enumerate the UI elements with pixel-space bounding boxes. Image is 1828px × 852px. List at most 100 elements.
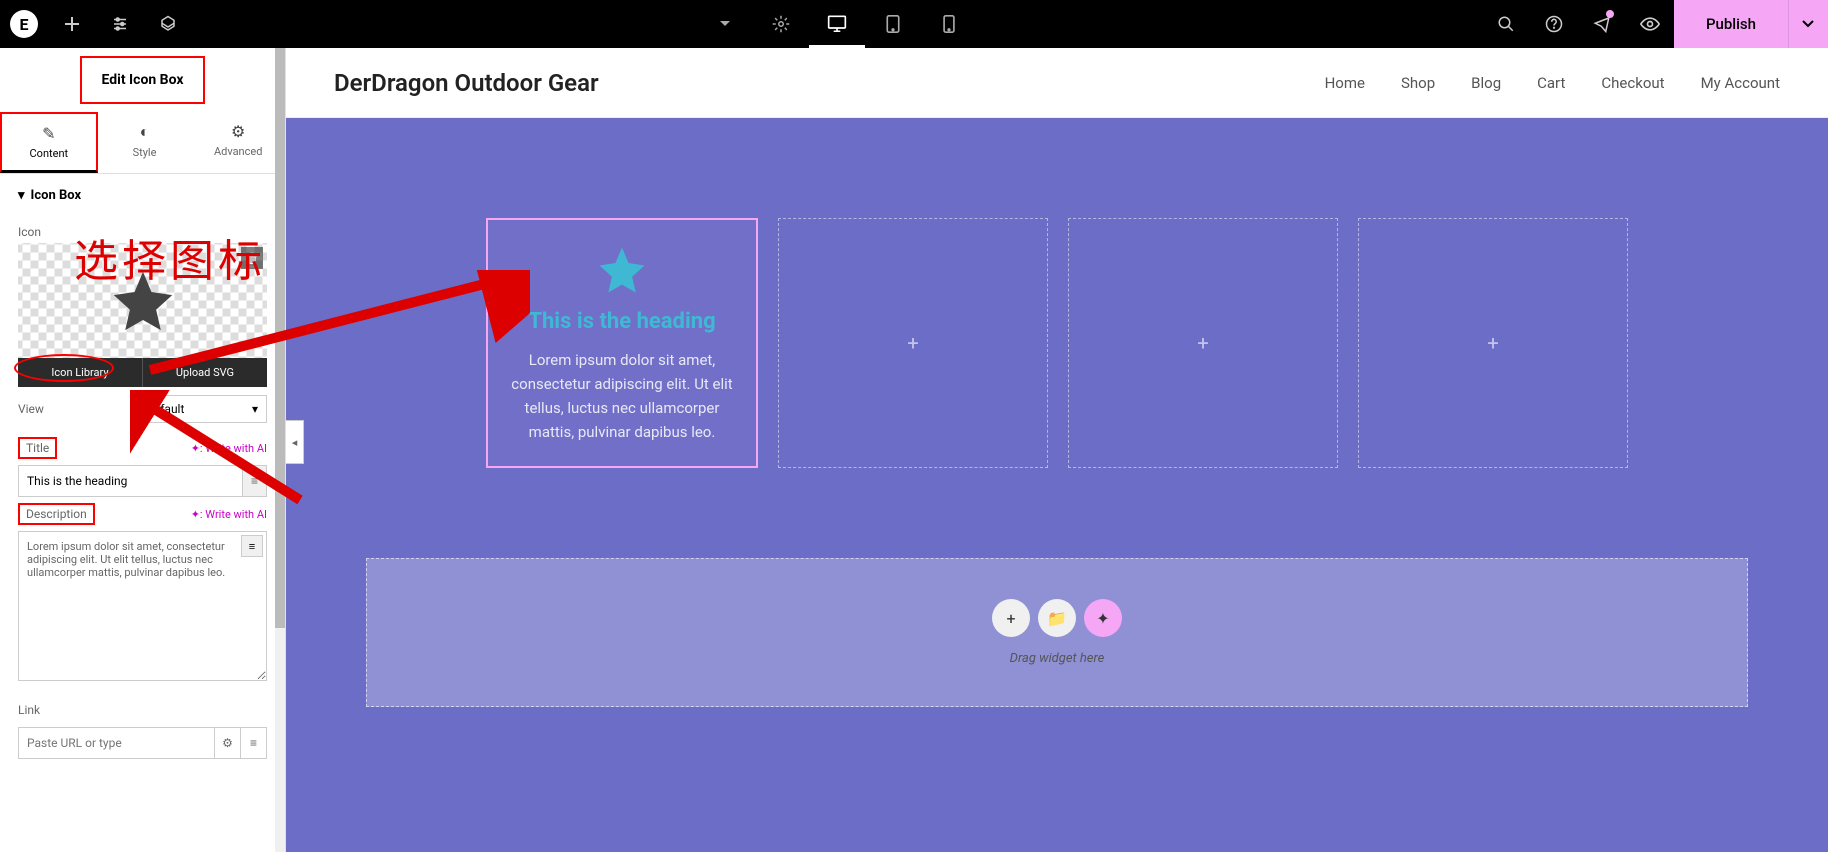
canvas: DerDragon Outdoor Gear Home Shop Blog Ca…	[286, 48, 1828, 852]
link-label: Link	[0, 685, 285, 721]
drop-zone[interactable]: + 📁 ✦ Drag widget here	[366, 558, 1748, 707]
tablet-view-button[interactable]	[865, 0, 921, 48]
add-widget-button[interactable]	[48, 0, 96, 48]
nav-shop[interactable]: Shop	[1401, 74, 1435, 92]
star-icon	[108, 266, 178, 336]
publish-options-button[interactable]	[1788, 0, 1828, 48]
main: Edit Icon Box ✎Content ◐Style ⚙Advanced …	[0, 48, 1828, 852]
title-input[interactable]	[19, 466, 242, 496]
folder-icon: 📁	[1047, 609, 1067, 628]
nav-home[interactable]: Home	[1325, 74, 1365, 92]
write-with-ai-title[interactable]: ✦: Write with AI	[191, 442, 267, 455]
elementor-logo[interactable]: E	[0, 0, 48, 48]
trash-icon: 🗑	[245, 252, 259, 265]
star-icon	[595, 243, 649, 297]
add-widget-placeholder[interactable]: +	[1487, 331, 1498, 355]
database-icon: ≡	[251, 474, 258, 488]
preview-button[interactable]	[1626, 0, 1674, 48]
structure-button[interactable]	[144, 0, 192, 48]
upload-svg-button[interactable]: Upload SVG	[143, 358, 267, 387]
notification-dot	[1606, 10, 1614, 18]
write-with-ai-description[interactable]: ✦: Write with AI	[191, 508, 267, 521]
site-title: DerDragon Outdoor Gear	[334, 69, 599, 97]
nav-cart[interactable]: Cart	[1537, 74, 1565, 92]
topbar-center	[697, 0, 977, 48]
iconbox-title: This is the heading	[504, 309, 740, 334]
tab-content[interactable]: ✎Content	[0, 112, 98, 173]
title-input-wrap: ≡	[18, 465, 267, 497]
doc-dropdown[interactable]	[697, 0, 753, 48]
gear-icon: ⚙	[222, 736, 233, 750]
help-button[interactable]	[1530, 0, 1578, 48]
title-label: Title	[18, 437, 57, 459]
link-input-wrap: ⚙ ≡	[18, 727, 267, 759]
icon-field-label: Icon	[0, 217, 285, 243]
link-options-button[interactable]: ⚙	[214, 728, 240, 758]
collapse-panel-button[interactable]: ◂	[286, 420, 304, 464]
database-icon: ≡	[249, 540, 255, 553]
topbar-right: Publish	[1482, 0, 1828, 48]
database-icon: ≡	[250, 736, 257, 750]
desktop-view-button[interactable]	[809, 0, 865, 48]
icon-source-buttons: Icon Library Upload SVG	[18, 358, 267, 387]
link-dynamic-button[interactable]: ≡	[240, 728, 266, 758]
finder-button[interactable]	[1482, 0, 1530, 48]
panel-title: Edit Icon Box	[80, 56, 205, 104]
delete-icon-button[interactable]: 🗑	[241, 247, 263, 269]
add-section-button[interactable]: +	[992, 599, 1030, 637]
add-widget-placeholder[interactable]: +	[907, 331, 918, 355]
view-row: View Default▾	[0, 387, 285, 431]
chevron-left-icon: ◂	[292, 436, 298, 449]
whats-new-button[interactable]	[1578, 0, 1626, 48]
site-settings-button[interactable]	[753, 0, 809, 48]
description-textarea-wrap: Lorem ipsum dolor sit amet, consectetur …	[18, 531, 267, 685]
pencil-icon: ✎	[2, 124, 96, 143]
description-dynamic-button[interactable]: ≡	[241, 535, 263, 557]
page-settings-button[interactable]	[96, 0, 144, 48]
icon-library-button[interactable]: Icon Library	[18, 358, 143, 387]
nav-my-account[interactable]: My Account	[1701, 74, 1780, 92]
description-field-row: Description ✦: Write with AI	[0, 497, 285, 525]
caret-down-icon: ▾	[18, 188, 25, 203]
nav-blog[interactable]: Blog	[1471, 74, 1501, 92]
plus-icon: +	[1006, 609, 1015, 628]
description-textarea[interactable]: Lorem ipsum dolor sit amet, consectetur …	[18, 531, 267, 681]
add-widget-placeholder[interactable]: +	[1197, 331, 1208, 355]
drop-zone-text: Drag widget here	[367, 651, 1747, 666]
title-dynamic-button[interactable]: ≡	[242, 466, 266, 496]
icon-preview[interactable]: 🗑	[18, 243, 267, 358]
site-header: DerDragon Outdoor Gear Home Shop Blog Ca…	[286, 48, 1828, 118]
sidebar-panel: Edit Icon Box ✎Content ◐Style ⚙Advanced …	[0, 48, 286, 852]
sidebar-scrollbar[interactable]	[275, 48, 285, 852]
columns-row: This is the heading Lorem ipsum dolor si…	[286, 218, 1828, 468]
template-library-button[interactable]: 📁	[1038, 599, 1076, 637]
panel-tabs: ✎Content ◐Style ⚙Advanced	[0, 112, 285, 174]
gear-icon: ⚙	[191, 122, 285, 141]
column-3[interactable]: +	[1068, 218, 1338, 468]
topbar: E Publish	[0, 0, 1828, 48]
sparkle-icon: ✦	[1096, 609, 1109, 628]
site-nav: Home Shop Blog Cart Checkout My Account	[1325, 74, 1780, 92]
topbar-left: E	[0, 0, 192, 48]
tab-style[interactable]: ◐Style	[98, 112, 192, 173]
link-input[interactable]	[19, 728, 214, 758]
chevron-down-icon: ▾	[252, 402, 258, 416]
scrollbar-thumb[interactable]	[275, 48, 285, 628]
tab-advanced[interactable]: ⚙Advanced	[191, 112, 285, 173]
iconbox-widget[interactable]: This is the heading Lorem ipsum dolor si…	[488, 227, 756, 460]
column-1[interactable]: This is the heading Lorem ipsum dolor si…	[486, 218, 758, 468]
description-label: Description	[18, 503, 95, 525]
drop-zone-buttons: + 📁 ✦	[367, 599, 1747, 637]
ai-section-button[interactable]: ✦	[1084, 599, 1122, 637]
section-icon-box[interactable]: ▾Icon Box	[0, 174, 285, 217]
mobile-view-button[interactable]	[921, 0, 977, 48]
view-select[interactable]: Default▾	[137, 395, 267, 423]
section-container[interactable]: This is the heading Lorem ipsum dolor si…	[286, 118, 1828, 852]
iconbox-description: Lorem ipsum dolor sit amet, consectetur …	[504, 348, 740, 444]
nav-checkout[interactable]: Checkout	[1601, 74, 1664, 92]
title-field-row: Title ✦: Write with AI	[0, 431, 285, 459]
column-2[interactable]: +	[778, 218, 1048, 468]
publish-button[interactable]: Publish	[1674, 0, 1788, 48]
column-4[interactable]: +	[1358, 218, 1628, 468]
view-label: View	[18, 402, 44, 416]
